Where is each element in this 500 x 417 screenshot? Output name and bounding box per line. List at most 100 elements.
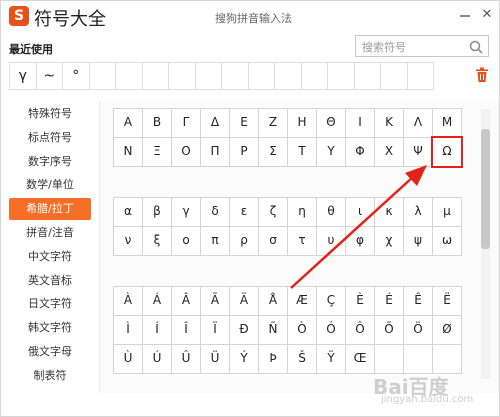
symbol-cell[interactable]: Χ [374,137,404,167]
symbol-cell[interactable]: È [345,286,375,316]
recent-symbol-cell[interactable] [247,62,275,90]
symbol-cell[interactable]: γ [171,197,201,227]
symbol-cell[interactable]: Ρ [229,137,259,167]
symbol-cell[interactable]: ο [171,226,201,256]
symbol-cell[interactable]: η [287,197,317,227]
symbol-cell[interactable]: Κ [374,108,404,138]
symbol-cell[interactable]: φ [345,226,375,256]
minimize-icon[interactable] [457,7,473,23]
symbol-cell[interactable]: Ô [345,315,375,345]
symbol-cell[interactable]: β [142,197,172,227]
symbol-cell[interactable]: Ê [403,286,433,316]
recent-symbol-cell[interactable] [380,62,408,90]
sidebar-item-1[interactable]: 特殊符号 [9,103,91,125]
symbol-cell[interactable]: Ç [316,286,346,316]
symbol-cell[interactable]: Õ [374,315,404,345]
symbol-cell[interactable]: Γ [171,108,201,138]
symbol-cell[interactable]: Φ [345,137,375,167]
symbol-cell[interactable]: Ε [229,108,259,138]
symbol-cell[interactable]: σ [258,226,288,256]
search-field[interactable] [355,35,489,58]
symbol-cell[interactable]: Á [142,286,172,316]
symbol-cell[interactable]: Ñ [258,315,288,345]
symbol-cell[interactable]: Œ [345,344,375,374]
recent-symbol-cell[interactable] [353,62,381,90]
symbol-cell[interactable]: τ [287,226,317,256]
symbol-cell[interactable]: Æ [287,286,317,316]
symbol-cell[interactable]: ρ [229,226,259,256]
recent-symbol-cell[interactable] [274,62,302,90]
symbol-cell[interactable]: Ý [229,344,259,374]
recent-symbol-cell[interactable] [115,62,143,90]
symbol-cell[interactable]: Þ [258,344,288,374]
symbol-cell[interactable]: À [113,286,143,316]
symbol-cell[interactable]: α [113,197,143,227]
symbol-cell[interactable]: Ä [229,286,259,316]
symbol-cell[interactable]: Ë [432,286,462,316]
recent-symbol-cell[interactable] [300,62,328,90]
sidebar-item-3[interactable]: 数字序号 [9,151,91,173]
symbol-cell[interactable]: Ø [432,315,462,345]
symbol-cell[interactable]: Å [258,286,288,316]
symbol-cell[interactable]: Ì [113,315,143,345]
close-icon[interactable]: ✕ [479,7,495,22]
recent-symbol-cell[interactable] [221,62,249,90]
symbol-cell[interactable]: Š [287,344,317,374]
search-icon[interactable] [468,39,484,55]
recent-symbol-cell[interactable] [88,62,116,90]
recent-symbol-cell[interactable]: ~ [35,62,63,90]
symbol-cell[interactable]: ζ [258,197,288,227]
symbol-cell[interactable]: Ð [229,315,259,345]
symbol-cell[interactable]: χ [374,226,404,256]
sidebar-item-6[interactable]: 拼音/注音 [9,222,91,244]
symbol-cell[interactable]: ξ [142,226,172,256]
trash-icon[interactable] [475,67,489,83]
symbol-cell[interactable]: Λ [403,108,433,138]
symbol-cell[interactable]: Θ [316,108,346,138]
recent-symbol-cell[interactable] [327,62,355,90]
scroll-thumb[interactable] [481,129,490,249]
sidebar-item-10[interactable]: 韩文字符 [9,317,91,339]
symbol-cell[interactable]: Τ [287,137,317,167]
symbol-cell[interactable]: Ò [287,315,317,345]
recent-symbol-cell[interactable] [168,62,196,90]
symbol-cell[interactable]: ε [229,197,259,227]
symbol-cell[interactable]: Ã [200,286,230,316]
symbol-cell[interactable]: Β [142,108,172,138]
symbol-cell[interactable]: Η [287,108,317,138]
symbol-cell[interactable]: μ [432,197,462,227]
symbol-cell[interactable]: Ÿ [316,344,346,374]
symbol-cell[interactable]: Û [171,344,201,374]
recent-symbol-cell[interactable] [141,62,169,90]
symbol-cell[interactable]: Ι [345,108,375,138]
symbol-cell[interactable]: Ω [431,136,463,168]
sidebar-item-7[interactable]: 中文字符 [9,246,91,268]
symbol-cell[interactable]: Μ [432,108,462,138]
symbol-cell[interactable]: υ [316,226,346,256]
symbol-cell[interactable]: Σ [258,137,288,167]
symbol-cell[interactable]: π [200,226,230,256]
sidebar-item-9[interactable]: 日文字符 [9,293,91,315]
symbol-cell[interactable]: Ú [142,344,172,374]
symbol-cell[interactable]: ω [432,226,462,256]
scrollbar[interactable] [481,109,490,379]
symbol-cell[interactable]: ψ [403,226,433,256]
symbol-cell[interactable]: λ [403,197,433,227]
symbol-cell[interactable]: Ö [403,315,433,345]
symbol-cell[interactable]: Ó [316,315,346,345]
recent-symbol-cell[interactable]: ° [62,62,90,90]
recent-symbol-cell[interactable] [406,62,434,90]
symbol-cell[interactable]: ι [345,197,375,227]
symbol-cell[interactable]: Δ [200,108,230,138]
sidebar-item-5[interactable]: 希腊/拉丁 [9,198,91,221]
symbol-cell[interactable]: Ν [113,137,143,167]
symbol-cell[interactable]: Â [171,286,201,316]
recent-symbol-cell[interactable]: γ [9,62,37,90]
symbol-cell[interactable]: δ [200,197,230,227]
sidebar-item-2[interactable]: 标点符号 [9,127,91,149]
symbol-cell[interactable]: Ù [113,344,143,374]
symbol-cell[interactable]: É [374,286,404,316]
symbol-cell[interactable]: Ψ [403,137,433,167]
symbol-cell[interactable]: Í [142,315,172,345]
search-input[interactable] [356,37,464,58]
